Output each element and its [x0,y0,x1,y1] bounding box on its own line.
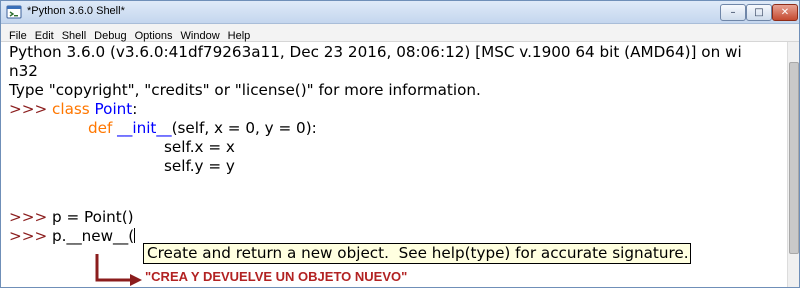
keyword-def: def [88,119,113,137]
minimize-button[interactable]: – [720,4,746,21]
scrollbar-thumb[interactable] [789,62,799,254]
new-call-code: p.__new__( [52,227,135,245]
assign-code: p = Point() [52,208,134,226]
vertical-scrollbar[interactable] [787,42,799,287]
window-title: *Python 3.6.0 Shell* [27,5,125,17]
function-args: (self, x = 0, y = 0): [171,119,317,137]
python-shell-window: *Python 3.6.0 Shell* – □ ✕ File Edit Shell… [0,0,800,288]
prompt: >>> [9,208,53,226]
prompt: >>> [9,100,53,118]
prompt: >>> [9,227,53,245]
code-line-body-2: self.y = y [164,157,235,175]
class-colon: : [132,100,138,118]
close-button[interactable]: ✕ [772,4,798,21]
annotation-text: "CREA Y DEVUELVE UN OBJETO NUEVO" [145,269,408,284]
text-cursor [134,228,136,243]
python-idle-icon [6,5,22,19]
function-name: __init__ [117,119,172,137]
banner-line-2: n32 [9,62,38,80]
code-line-class: >>> class Point: [9,100,137,119]
calltip-tooltip: Create and return a new object. See help… [143,243,691,264]
code-line-assign: >>> p = Point() [9,208,134,227]
annotation-arrow-icon [95,254,142,286]
banner-line-1: Python 3.6.0 (v3.6.0:41df79263a11, Dec 2… [9,43,742,61]
banner-line-3: Type "copyright", "credits" or "license(… [9,81,481,99]
code-line-def: def __init__(self, x = 0, y = 0): [88,119,317,138]
class-name: Point [94,100,133,118]
menu-bar: File Edit Shell Debug Options Window Help [1,24,799,42]
code-line-body-1: self.x = x [164,138,235,156]
title-bar[interactable]: *Python 3.6.0 Shell* – □ ✕ [1,1,799,24]
maximize-button[interactable]: □ [746,4,772,21]
keyword-class: class [52,100,90,118]
code-line-new: >>> p.__new__( [9,227,136,246]
